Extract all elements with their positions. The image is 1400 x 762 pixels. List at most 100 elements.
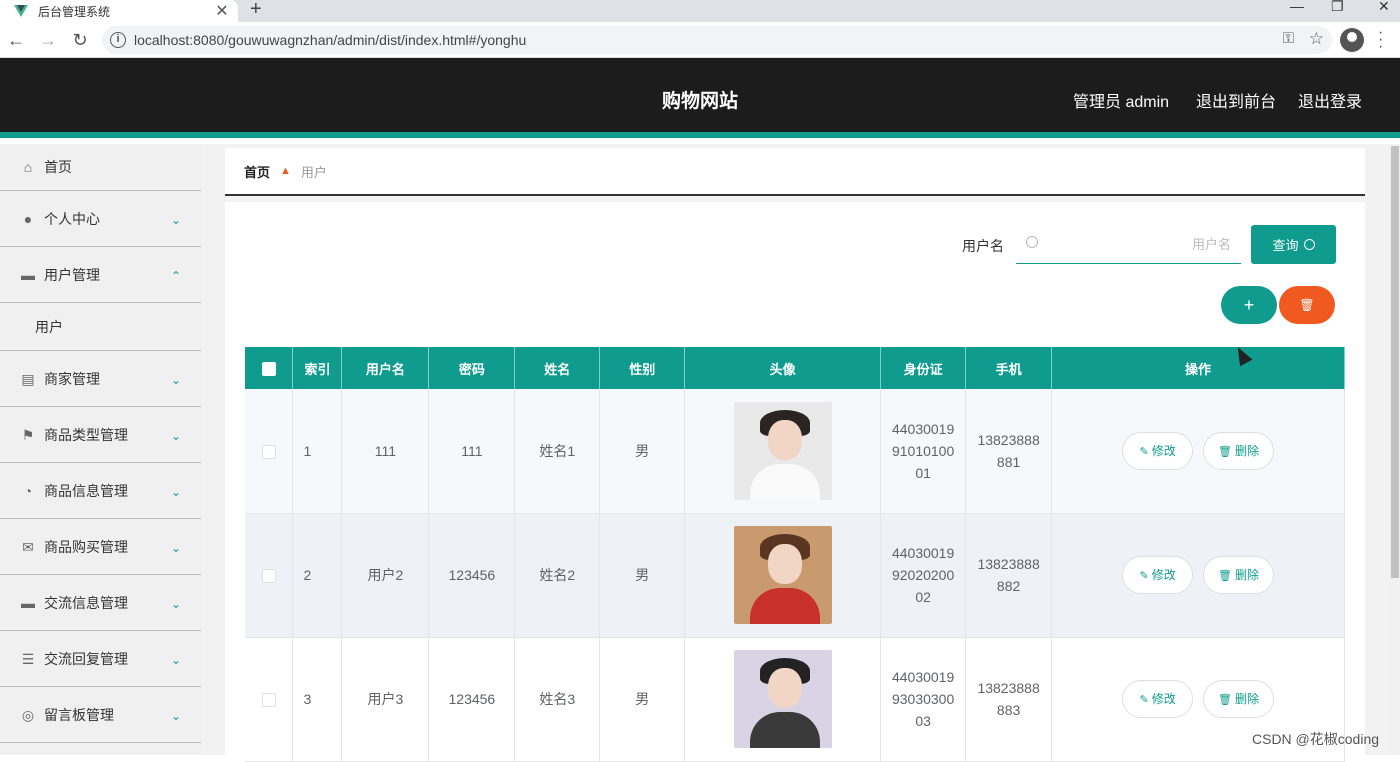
trash-icon: 🗑 — [1217, 570, 1232, 582]
browser-menu-icon[interactable]: · · · — [1378, 25, 1383, 55]
exit-to-front-link[interactable]: 退出到前台 — [1196, 88, 1276, 112]
edit-label: 修改 — [1151, 692, 1176, 706]
column-header: 索引 — [292, 347, 343, 389]
sidebar-item-label: 商家管理 — [44, 370, 100, 387]
site-info-icon[interactable]: i — [110, 32, 126, 48]
query-button[interactable]: 查询 — [1251, 225, 1336, 264]
sidebar-item-label: 交流信息管理 — [44, 594, 128, 611]
edit-button[interactable]: ✎ 修改 — [1122, 680, 1194, 718]
edit-icon: ✎ — [1139, 694, 1149, 706]
delete-label: 删除 — [1234, 568, 1259, 582]
new-tab-button[interactable]: + — [250, 0, 262, 21]
cell-gender: 男 — [599, 389, 686, 514]
id-card-line: 02 — [915, 589, 931, 605]
phone-line: 882 — [996, 578, 1021, 594]
cell-username: 用户2 — [341, 513, 430, 638]
sidebar-item-label: 个人中心 — [44, 210, 100, 227]
column-header: 手机 — [965, 347, 1053, 389]
cell-phone: 13823888 883 — [965, 637, 1053, 762]
chevron-down-icon: ⌄ — [170, 212, 181, 227]
sidebar-item-home[interactable]: ⌂ 首页 — [0, 144, 201, 191]
phone-line: 13823888 — [977, 431, 1040, 448]
profile-avatar-icon[interactable] — [1340, 28, 1364, 52]
scrollbar-thumb[interactable] — [1391, 146, 1399, 578]
tab-close-icon[interactable]: ✕ — [212, 1, 232, 21]
chevron-down-icon: ⌄ — [170, 652, 181, 667]
cell-username: 用户3 — [341, 637, 430, 762]
browser-tab[interactable]: 后台管理系统 ✕ — [0, 0, 238, 22]
id-card-line: 92020200 — [891, 567, 955, 583]
id-card-line: 01 — [915, 464, 931, 481]
search-box[interactable] — [1016, 224, 1241, 264]
browser-address-bar: ← → ↻ i localhost:8080/gouwuwagnzhan/adm… — [0, 22, 1400, 58]
sidebar-item-label: 交流回复管理 — [44, 650, 128, 667]
sidebar-item-label: 商品类型管理 — [44, 426, 128, 443]
url-field[interactable]: i localhost:8080/gouwuwagnzhan/admin/dis… — [102, 26, 1332, 54]
edit-button[interactable]: ✎ 修改 — [1122, 556, 1194, 594]
cell-actions: ✎ 修改 🗑 删除 — [1051, 513, 1345, 638]
query-button-label: 查询 — [1272, 238, 1299, 253]
flag-icon: ⚑ — [21, 426, 35, 443]
vue-logo-icon — [14, 5, 28, 17]
sidebar-item-message-board[interactable]: ◎ 留言板管理 ⌄ — [0, 687, 201, 743]
content-panel: 用户名 查询 + 🗑 索引 用户名 密码 姓名 性别 — [225, 202, 1365, 762]
edit-label: 修改 — [1151, 443, 1176, 458]
sidebar-item-user-management[interactable]: ▬ 用户管理 ⌃ — [0, 247, 201, 303]
delete-button[interactable]: 🗑 删除 — [1202, 431, 1274, 470]
row-checkbox[interactable] — [245, 637, 294, 762]
batch-delete-button[interactable]: 🗑 — [1279, 286, 1335, 324]
sidebar-item-exchange-reply[interactable]: ☰ 交流回复管理 ⌄ — [0, 631, 201, 687]
row-checkbox[interactable] — [245, 513, 294, 638]
logout-link[interactable]: 退出登录 — [1298, 88, 1362, 112]
restore-icon[interactable]: ❐ — [1331, 0, 1344, 15]
edit-button[interactable]: ✎ 修改 — [1122, 431, 1194, 470]
cell-phone: 13823888 881 — [965, 389, 1053, 514]
search-icon — [1026, 236, 1038, 248]
trash-icon: 🗑 — [1217, 694, 1232, 706]
back-icon[interactable]: ← — [6, 30, 26, 50]
sidebar-item-product-info[interactable]: ◔ 商品信息管理 ⌄ — [0, 463, 201, 519]
column-header: 性别 — [599, 347, 686, 389]
sliders-icon: ☰ — [21, 650, 35, 667]
sidebar-item-personal-center[interactable]: ● 个人中心 ⌄ — [0, 191, 201, 247]
cell-avatar — [684, 389, 882, 514]
select-all-checkbox[interactable] — [245, 347, 294, 389]
sidebar-item-product-type[interactable]: ⚑ 商品类型管理 ⌄ — [0, 407, 201, 463]
cell-gender: 男 — [599, 513, 686, 638]
breadcrumb: 首页 ▲ 用户 — [225, 148, 1365, 196]
sidebar-item-label: 商品购买管理 — [44, 538, 128, 555]
bookmark-star-icon[interactable]: ☆ — [1309, 29, 1324, 49]
forward-icon[interactable]: → — [38, 30, 58, 50]
delete-button[interactable]: 🗑 删除 — [1202, 680, 1274, 718]
search-icon — [1303, 239, 1315, 250]
cell-actions: ✎ 修改 🗑 删除 — [1051, 389, 1345, 514]
breadcrumb-home[interactable]: 首页 — [244, 162, 270, 181]
delete-label: 删除 — [1234, 443, 1259, 458]
sidebar-item-merchant[interactable]: ▤ 商家管理 ⌄ — [0, 351, 201, 407]
add-button[interactable]: + — [1221, 286, 1277, 324]
key-icon[interactable]: ⚿ — [1283, 30, 1294, 47]
delete-label: 删除 — [1234, 692, 1259, 706]
page-scrollbar[interactable] — [1390, 144, 1400, 755]
window-close-icon[interactable]: ✕ — [1378, 0, 1390, 15]
minimize-icon[interactable]: — — [1290, 0, 1304, 14]
sidebar-item-purchase[interactable]: ✉ 商品购买管理 ⌄ — [0, 519, 201, 575]
edit-icon: ✎ — [1139, 445, 1149, 458]
cell-phone: 13823888 882 — [965, 513, 1053, 638]
id-card-line: 93030300 — [891, 691, 955, 707]
search-input[interactable] — [1046, 232, 1231, 256]
sidebar-item-label: 首页 — [44, 159, 72, 175]
row-checkbox[interactable] — [245, 389, 294, 514]
delete-button[interactable]: 🗑 删除 — [1202, 556, 1274, 594]
sidebar-subitem-user[interactable]: 用户 — [0, 303, 201, 351]
gauge-icon: ◔ — [23, 482, 33, 499]
column-header: 头像 — [684, 347, 882, 389]
cell-gender: 男 — [599, 637, 686, 762]
reload-icon[interactable]: ↻ — [70, 30, 90, 50]
cell-id-card: 44030019 91010100 01 — [880, 389, 967, 514]
phone-line: 883 — [996, 702, 1021, 718]
users-icon: ▬ — [21, 266, 35, 283]
sidebar-item-exchange-info[interactable]: ▬ 交流信息管理 ⌄ — [0, 575, 201, 631]
tab-title: 后台管理系统 — [38, 4, 111, 19]
cell-avatar — [684, 637, 882, 762]
